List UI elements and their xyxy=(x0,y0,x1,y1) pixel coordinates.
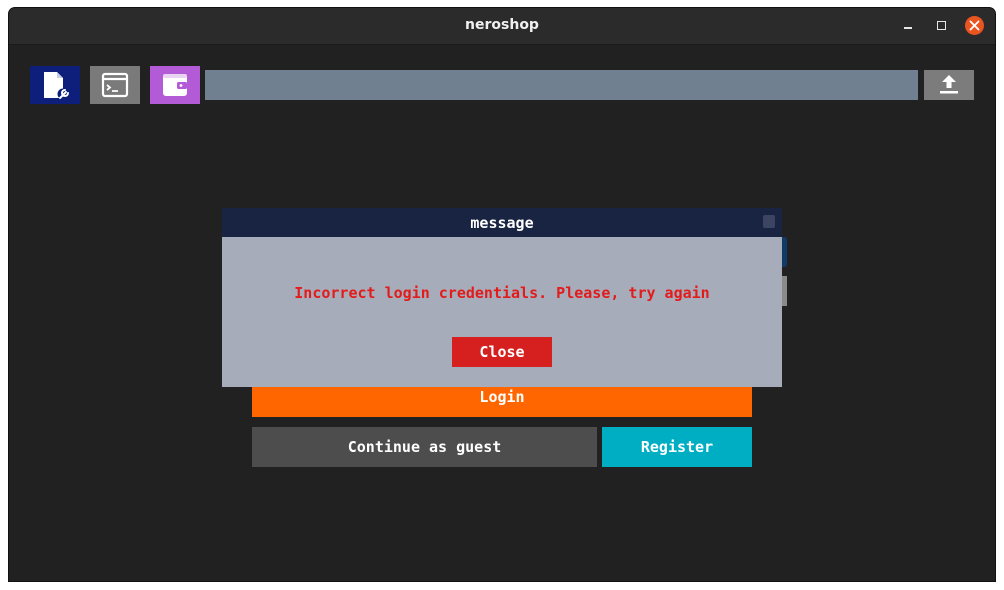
minimize-icon xyxy=(904,27,912,29)
wallet-icon xyxy=(163,74,187,96)
dialog-header[interactable]: message xyxy=(222,208,782,237)
dialog-close-button[interactable]: Close xyxy=(452,337,552,367)
address-bar[interactable] xyxy=(205,70,918,100)
window-title: neroshop xyxy=(465,17,539,33)
message-dialog: message Incorrect login credentials. Ple… xyxy=(222,208,782,387)
dialog-close-icon[interactable] xyxy=(763,215,775,228)
register-button[interactable]: Register xyxy=(602,427,752,467)
minimize-button[interactable] xyxy=(899,16,919,36)
maximize-icon xyxy=(937,21,946,30)
continue-as-guest-button[interactable]: Continue as guest xyxy=(252,427,597,467)
file-settings-button[interactable] xyxy=(30,66,80,104)
close-icon xyxy=(965,16,984,35)
upload-icon xyxy=(940,75,958,94)
maximize-button[interactable] xyxy=(932,16,952,36)
wallet-button[interactable] xyxy=(150,66,200,104)
terminal-icon xyxy=(101,72,129,98)
terminal-button[interactable] xyxy=(90,66,140,104)
file-settings-icon xyxy=(44,72,69,100)
error-message: Incorrect login credentials. Please, try… xyxy=(294,284,710,302)
title-bar[interactable]: neroshop xyxy=(9,8,995,45)
close-button[interactable] xyxy=(965,16,985,36)
app-window: neroshop Login Continue as guest Registe… xyxy=(9,8,995,581)
dialog-title: message xyxy=(470,214,534,232)
upload-button[interactable] xyxy=(924,70,974,100)
